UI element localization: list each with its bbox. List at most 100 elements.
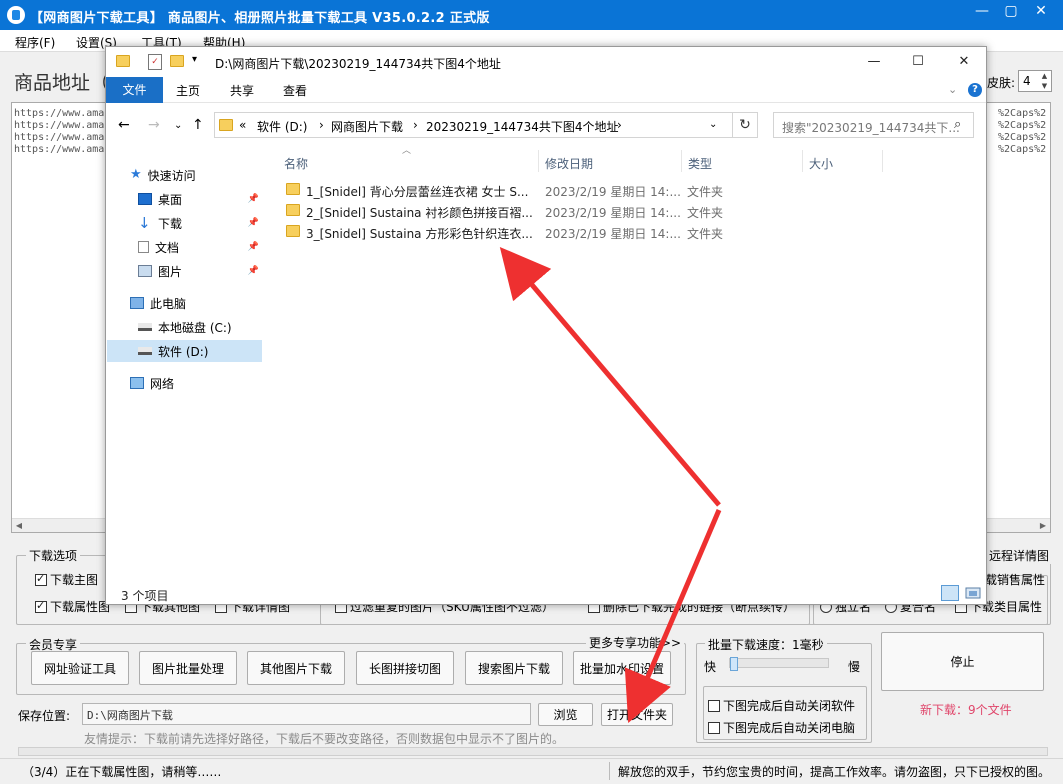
download-attr-checkbox[interactable]: 下载属性图 (35, 598, 110, 615)
folder-icon (286, 204, 300, 216)
other-image-download-button[interactable]: 其他图片下载 (247, 651, 345, 685)
breadcrumb-drive[interactable]: 软件 (D:) (257, 118, 307, 135)
checkbox-box[interactable] (35, 572, 47, 586)
nav-downloads[interactable]: ↓ 下载 📌 (138, 212, 262, 234)
search-image-download-button[interactable]: 搜索图片下载 (465, 651, 563, 685)
checkbox-box[interactable] (708, 699, 720, 712)
column-date[interactable]: 修改日期 (545, 155, 593, 172)
up-arrow-icon[interactable]: ↑ (192, 117, 204, 133)
nav-label: 本地磁盘 (C:) (158, 320, 232, 335)
nav-pictures[interactable]: 图片 📌 (138, 260, 262, 282)
status-left-text: （3/4）正在下载属性图，请稍等…… (22, 765, 222, 779)
tip-text: 友情提示：下载前请先选择好路径，下载后不要改变路径，否则数据包中显示不了图片的。 (84, 732, 565, 746)
breadcrumb-current[interactable]: 20230219_144734共下图4个地址 (426, 118, 619, 135)
close-icon[interactable]: ✕ (1027, 0, 1055, 24)
back-arrow-icon[interactable]: ← (118, 117, 130, 133)
file-name: 1_[Snidel] 背心分层蕾丝连衣裙 女士 S... (306, 185, 529, 199)
refresh-icon[interactable]: ↻ (732, 112, 758, 138)
download-options-title: 下载选项 (26, 547, 81, 564)
file-row[interactable]: 2_[Snidel] Sustaina 衬衫颜色拼接百褶... 2023/2/1… (281, 201, 723, 221)
ribbon-tab-file[interactable]: 文件 (106, 77, 163, 103)
spinner-up-icon[interactable]: ▲ (1039, 71, 1050, 81)
nav-desktop[interactable]: 桌面 📌 (138, 188, 262, 210)
url-line-tail: %2Caps%2 (998, 144, 1047, 155)
maximize-icon[interactable]: ☐ (906, 51, 930, 73)
browse-button[interactable]: 浏览 (538, 703, 593, 726)
auto-close-app-checkbox[interactable]: 下图完成后自动关闭软件 (708, 697, 855, 714)
search-input[interactable]: 搜索"20230219_144734共下... ⌕ (773, 112, 974, 138)
nav-label: 桌面 (158, 192, 183, 207)
breadcrumb-overflow[interactable]: « (239, 118, 246, 132)
breadcrumb-separator[interactable]: › (413, 118, 418, 132)
batch-watermark-button[interactable]: 批量加水印设置 (573, 651, 671, 685)
maximize-icon[interactable]: ▢ (997, 0, 1025, 24)
file-row[interactable]: 3_[Snidel] Sustaina 方形彩色针织连衣... 2023/2/1… (281, 222, 723, 242)
menu-program[interactable]: 程序(F) (15, 34, 55, 51)
address-dropdown-icon[interactable]: ⌄ (709, 119, 717, 130)
ribbon-expand-icon[interactable]: ⌄ (948, 83, 957, 96)
speed-slider[interactable] (729, 657, 829, 671)
nav-network[interactable]: 网络 (130, 372, 260, 394)
new-download-count: 新下载：9个文件 (920, 703, 1012, 717)
ribbon-tab-share[interactable]: 共享 (230, 82, 254, 99)
long-image-stitch-button[interactable]: 长图拼接切图 (356, 651, 454, 685)
new-folder-icon[interactable] (170, 55, 184, 67)
disk-icon (138, 323, 152, 331)
forward-arrow-icon[interactable]: → (148, 117, 160, 133)
nav-this-pc[interactable]: 此电脑 (130, 292, 260, 314)
help-icon[interactable]: ? (968, 83, 982, 97)
save-location-input[interactable]: D:\网商图片下载 (82, 703, 531, 725)
search-icon[interactable]: ⌕ (954, 117, 961, 132)
column-name[interactable]: 名称 (284, 155, 308, 172)
disk-icon (138, 347, 152, 355)
customize-toolbar-icon[interactable]: ▾ (192, 54, 197, 65)
minimize-icon[interactable]: — (862, 51, 886, 73)
skin-spinner[interactable]: 4 ▲ ▼ (1018, 70, 1052, 92)
file-row[interactable]: 1_[Snidel] 背心分层蕾丝连衣裙 女士 S... 2023/2/19 星… (281, 180, 723, 200)
pin-icon[interactable]: 📌 (248, 266, 259, 276)
close-icon[interactable]: ✕ (952, 51, 976, 73)
nav-documents[interactable]: 文档 📌 (138, 236, 262, 258)
recent-locations-icon[interactable]: ⌄ (174, 120, 182, 131)
nav-software-disk[interactable]: 软件 (D:) (107, 340, 262, 362)
url-line: https://www.ama (14, 120, 105, 131)
more-features-link[interactable]: 更多专享功能>> (586, 634, 685, 651)
sales-attr-checkbox[interactable]: 载销售属性 (985, 571, 1045, 588)
batch-image-process-button[interactable]: 图片批量处理 (139, 651, 237, 685)
minimize-icon[interactable]: — (968, 0, 996, 24)
column-size[interactable]: 大小 (809, 155, 833, 172)
speed-slider-thumb[interactable] (730, 657, 738, 671)
auto-shutdown-checkbox[interactable]: 下图完成后自动关闭电脑 (708, 719, 855, 736)
address-bar[interactable]: « 软件 (D:) › 网商图片下载 › 20230219_144734共下图4… (214, 112, 758, 138)
column-separator (538, 150, 539, 172)
spinner-down-icon[interactable]: ▼ (1039, 81, 1050, 91)
scroll-right-icon[interactable]: ▶ (1036, 520, 1050, 532)
checkbox-box[interactable] (708, 721, 720, 734)
desktop-icon (138, 193, 152, 205)
open-folder-button[interactable]: 打开文件夹 (601, 703, 673, 726)
breadcrumb-folder[interactable]: 网商图片下载 (331, 118, 403, 135)
folder-icon (116, 55, 130, 67)
ribbon-tab-home[interactable]: 主页 (176, 82, 200, 99)
properties-icon[interactable]: ✓ (148, 54, 162, 70)
breadcrumb-separator[interactable]: › (319, 118, 324, 132)
pin-icon[interactable]: 📌 (248, 194, 259, 204)
column-type[interactable]: 类型 (688, 155, 712, 172)
column-separator (882, 150, 883, 172)
ribbon-tab-view[interactable]: 查看 (283, 82, 307, 99)
breadcrumb-separator[interactable]: › (617, 118, 622, 132)
stop-button[interactable]: 停止 (881, 632, 1044, 691)
details-view-icon[interactable] (941, 585, 959, 601)
pin-icon[interactable]: 📌 (248, 218, 259, 228)
download-main-checkbox[interactable]: 下载主图 (35, 571, 98, 588)
scroll-left-icon[interactable]: ◀ (12, 520, 26, 532)
nav-local-disk[interactable]: 本地磁盘 (C:) (138, 316, 262, 338)
nav-label: 网络 (150, 376, 175, 391)
nav-quick-access[interactable]: ★ 快速访问 (130, 164, 260, 186)
url-label: 商品地址（ (14, 72, 110, 94)
pin-icon[interactable]: 📌 (248, 242, 259, 252)
large-icons-view-icon[interactable] (964, 585, 982, 601)
save-location-label: 保存位置: (18, 709, 71, 723)
checkbox-box[interactable] (35, 599, 47, 613)
url-verify-button[interactable]: 网址验证工具 (31, 651, 129, 685)
